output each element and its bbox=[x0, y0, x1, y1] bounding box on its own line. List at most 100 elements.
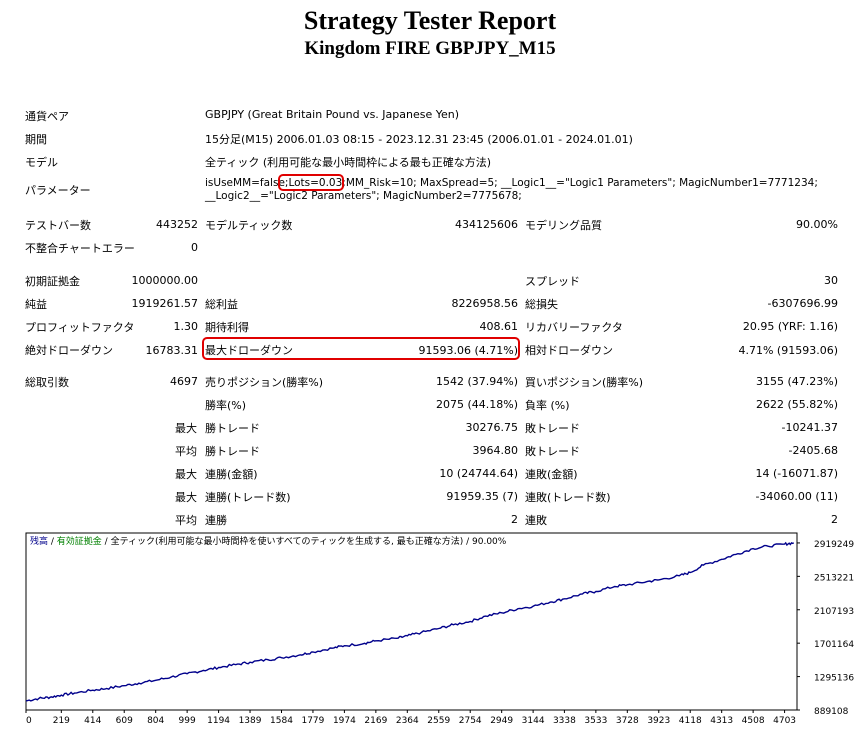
x-tick-label: 1584 bbox=[270, 716, 293, 726]
x-tick-label: 2949 bbox=[490, 716, 513, 726]
total-trades-value: 4697 bbox=[170, 375, 198, 388]
x-tick-label: 3533 bbox=[584, 716, 607, 726]
deposit-value: 1000000.00 bbox=[131, 274, 198, 287]
average-consecutive-prefix: 平均 bbox=[175, 514, 197, 527]
gross-loss-label: 総損失 bbox=[525, 298, 558, 311]
ticks-value: 434125606 bbox=[455, 218, 518, 231]
loss-rate-label: 負率 (%) bbox=[525, 399, 570, 412]
errors-label: 不整合チャートエラー bbox=[25, 242, 135, 255]
x-tick-label: 3923 bbox=[647, 716, 670, 726]
x-tick-label: 3144 bbox=[522, 716, 545, 726]
legend-sep-2: / bbox=[102, 537, 111, 547]
legend-sep-3: / bbox=[463, 537, 472, 547]
average-loss-label: 敗トレード bbox=[525, 445, 580, 458]
x-tick-label: 4313 bbox=[710, 716, 733, 726]
x-tick-label: 414 bbox=[84, 716, 101, 726]
x-tick-label: 3338 bbox=[553, 716, 576, 726]
legend-equity: 有効証拠金 bbox=[57, 535, 102, 547]
absolute-drawdown-value: 16783.31 bbox=[145, 344, 199, 357]
max-drawdown-highlight bbox=[202, 337, 520, 360]
legend-quality: 90.00% bbox=[472, 537, 507, 547]
model-label: モデル bbox=[25, 156, 58, 169]
average-consecutive-losses-label: 連敗 bbox=[525, 514, 547, 527]
balance-chart-svg: 残高 / 有効証拠金 / 全ティック(利用可能な最小時間枠を使いすべてのティック… bbox=[25, 532, 854, 726]
win-rate-label: 勝率(%) bbox=[205, 399, 247, 412]
largest-loss-label: 敗トレード bbox=[525, 422, 580, 435]
largest-loss-value: -10241.37 bbox=[781, 421, 838, 434]
x-tick-label: 1779 bbox=[301, 716, 324, 726]
param-usemm: isUseMM=false; bbox=[205, 177, 289, 189]
relative-drawdown-label: 相対ドローダウン bbox=[525, 344, 613, 357]
max-consecutive-trades-prefix: 最大 bbox=[175, 491, 197, 504]
average-consecutive-losses-value: 2 bbox=[831, 513, 838, 526]
relative-drawdown-value: 4.71% (91593.06) bbox=[738, 344, 838, 357]
params-label: パラメーター bbox=[25, 184, 91, 197]
short-positions-label: 売りポジション(勝率%) bbox=[205, 376, 324, 389]
lots-highlight bbox=[278, 174, 344, 191]
y-tick-label: 2919249 bbox=[814, 540, 854, 550]
quality-value: 90.00% bbox=[796, 218, 838, 231]
x-tick-label: 4118 bbox=[679, 716, 702, 726]
largest-win-label: 勝トレード bbox=[205, 422, 260, 435]
long-positions-label: 買いポジション(勝率%) bbox=[525, 376, 644, 389]
params-line-2: __Logic2__="Logic2 Parameters"; MagicNum… bbox=[205, 190, 522, 202]
gross-profit-value: 8226958.56 bbox=[451, 297, 518, 310]
period-label: 期間 bbox=[25, 133, 47, 146]
x-axis-ticks: 0 219 414 609 804 999 1194 1389 1584 1779 1974 2169… bbox=[25, 710, 796, 726]
largest-win-value: 30276.75 bbox=[465, 421, 519, 434]
consecutive-wins-trades-label: 連勝(トレード数) bbox=[205, 491, 291, 504]
bars-label: テストバー数 bbox=[25, 219, 91, 232]
symbol-value: GBPJPY (Great Britain Pound vs. Japanese… bbox=[205, 108, 460, 121]
expected-payoff-value: 408.61 bbox=[479, 320, 519, 333]
deposit-label: 初期証拠金 bbox=[25, 275, 80, 288]
quality-label: モデリング品質 bbox=[525, 219, 602, 232]
x-tick-label: 1389 bbox=[239, 716, 262, 726]
consecutive-wins-trades-value: 91959.35 (7) bbox=[446, 490, 518, 503]
x-tick-label: 3728 bbox=[616, 716, 639, 726]
chart-legend: 残高 / 有効証拠金 / 全ティック(利用可能な最小時間枠を使いすべてのティック… bbox=[30, 535, 507, 547]
average-loss-value: -2405.68 bbox=[788, 444, 838, 457]
profit-factor-value: 1.30 bbox=[173, 320, 199, 333]
total-trades-label: 総取引数 bbox=[25, 376, 69, 389]
long-positions-value: 3155 (47.23%) bbox=[755, 375, 838, 388]
consecutive-losses-trades-value: -34060.00 (11) bbox=[755, 490, 838, 503]
x-tick-label: 2754 bbox=[459, 716, 482, 726]
symbol-label: 通貨ペア bbox=[25, 110, 69, 123]
x-tick-label: 4508 bbox=[742, 716, 765, 726]
recovery-factor-value: 20.95 (YRF: 1.16) bbox=[742, 320, 838, 333]
ticks-label: モデルティック数 bbox=[205, 219, 293, 232]
x-tick-label: 2169 bbox=[364, 716, 387, 726]
consecutive-wins-amount-label: 連勝(金額) bbox=[205, 468, 258, 481]
net-profit-value: 1919261.57 bbox=[131, 297, 198, 310]
gross-loss-value: -6307696.99 bbox=[767, 297, 838, 310]
x-tick-label: 1974 bbox=[333, 716, 356, 726]
consecutive-losses-trades-label: 連敗(トレード数) bbox=[525, 491, 611, 504]
x-tick-label: 609 bbox=[116, 716, 133, 726]
period-value: 15分足(M15) 2006.01.03 08:15 - 2023.12.31 … bbox=[205, 133, 633, 146]
absolute-drawdown-label: 絶対ドローダウン bbox=[25, 344, 113, 357]
average-consecutive-wins-value: 2 bbox=[511, 513, 518, 526]
loss-rate-value: 2622 (55.82%) bbox=[755, 398, 838, 411]
y-tick-label: 889108 bbox=[814, 707, 849, 717]
recovery-factor-label: リカバリーファクタ bbox=[525, 321, 623, 334]
legend-model: 全ティック(利用可能な最小時間枠を使いすべてのティックを生成する, 最も正確な方… bbox=[111, 535, 464, 547]
y-tick-label: 2107193 bbox=[814, 607, 854, 617]
spread-value: 30 bbox=[824, 274, 838, 287]
expected-payoff-label: 期待利得 bbox=[205, 321, 249, 334]
param-rest: MM_Risk=10; MaxSpread=5; __Logic1__="Log… bbox=[345, 177, 818, 189]
average-prefix: 平均 bbox=[175, 445, 197, 458]
net-profit-label: 純益 bbox=[25, 298, 47, 311]
y-tick-label: 1701164 bbox=[814, 640, 854, 650]
consecutive-losses-amount-label: 連敗(金額) bbox=[525, 468, 578, 481]
bars-value: 443252 bbox=[156, 218, 198, 231]
y-tick-label: 1295136 bbox=[814, 674, 854, 684]
short-positions-value: 1542 (37.94%) bbox=[435, 375, 518, 388]
balance-chart: 残高 / 有効証拠金 / 全ティック(利用可能な最小時間枠を使いすべてのティック… bbox=[25, 532, 860, 735]
average-win-label: 勝トレード bbox=[205, 445, 260, 458]
x-tick-label: 4703 bbox=[773, 716, 796, 726]
report-subtitle: Kingdom FIRE GBPJPY_M15 bbox=[304, 38, 556, 59]
model-value: 全ティック (利用可能な最小時間枠による最も正確な方法) bbox=[205, 156, 492, 169]
consecutive-losses-amount-value: 14 (-16071.87) bbox=[755, 467, 838, 480]
max-consecutive-prefix: 最大 bbox=[175, 468, 197, 481]
x-tick-label: 0 bbox=[26, 716, 32, 726]
